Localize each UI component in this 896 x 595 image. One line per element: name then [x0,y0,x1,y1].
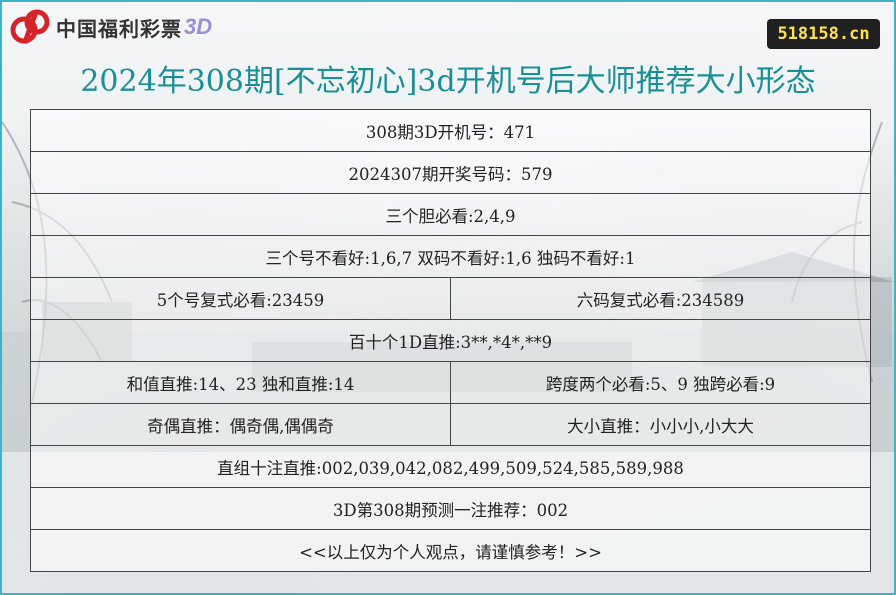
not-favored-cell: 三个号不看好:1,6,7 双码不看好:1,6 独码不看好:1 [30,235,871,278]
logo-3d-text: 3D [184,14,213,39]
table-row: 2024307期开奖号码：579 [30,151,871,194]
table-row: 百十个1D直推:3**,*4*,**9 [30,319,871,362]
open-number-cell: 308期3D开机号：471 [30,109,871,152]
five-number-combo-cell: 5个号复式必看:23459 [30,277,451,320]
lottery-logo: 中国福利彩票 3D [10,8,212,46]
position-1d-cell: 百十个1D直推:3**,*4*,**9 [30,319,871,362]
welfare-lottery-logo-icon [10,9,50,45]
table-row: <<以上仅为个人观点，请谨慎参考！>> [30,529,871,572]
table-row: 直组十注直推:002,039,042,082,499,509,524,585,5… [30,445,871,488]
table-row: 奇偶直推：偶奇偶,偶偶奇 大小直推：小小小,小大大 [30,403,871,446]
table-row: 308期3D开机号：471 [30,109,871,152]
odd-even-cell: 奇偶直推：偶奇偶,偶偶奇 [30,403,451,446]
table-row: 和值直推:14、23 独和直推:14 跨度两个必看:5、9 独跨必看:9 [30,361,871,404]
table-row: 5个号复式必看:23459 六码复式必看:234589 [30,277,871,320]
sum-value-cell: 和值直推:14、23 独和直推:14 [30,361,451,404]
page-title: 2024年308期[不忘初心]3d开机号后大师推荐大小形态 [80,64,816,99]
table-row: 三个号不看好:1,6,7 双码不看好:1,6 独码不看好:1 [30,235,871,278]
single-pick-cell: 3D第308期预测一注推荐：002 [30,487,871,530]
span-value-cell: 跨度两个必看:5、9 独跨必看:9 [450,361,871,404]
prediction-table: 308期3D开机号：471 2024307期开奖号码：579 三个胆必看:2,4… [30,109,871,572]
disclaimer-cell: <<以上仅为个人观点，请谨慎参考！>> [30,529,871,572]
three-bold-cell: 三个胆必看:2,4,9 [30,193,871,236]
ten-picks-cell: 直组十注直推:002,039,042,082,499,509,524,585,5… [30,445,871,488]
logo-text: 中国福利彩票 [56,18,182,41]
site-badge: 518158.cn [767,19,880,49]
table-row: 三个胆必看:2,4,9 [30,193,871,236]
table-row: 3D第308期预测一注推荐：002 [30,487,871,530]
six-number-combo-cell: 六码复式必看:234589 [450,277,871,320]
big-small-cell: 大小直推：小小小,小大大 [450,403,871,446]
previous-draw-cell: 2024307期开奖号码：579 [30,151,871,194]
